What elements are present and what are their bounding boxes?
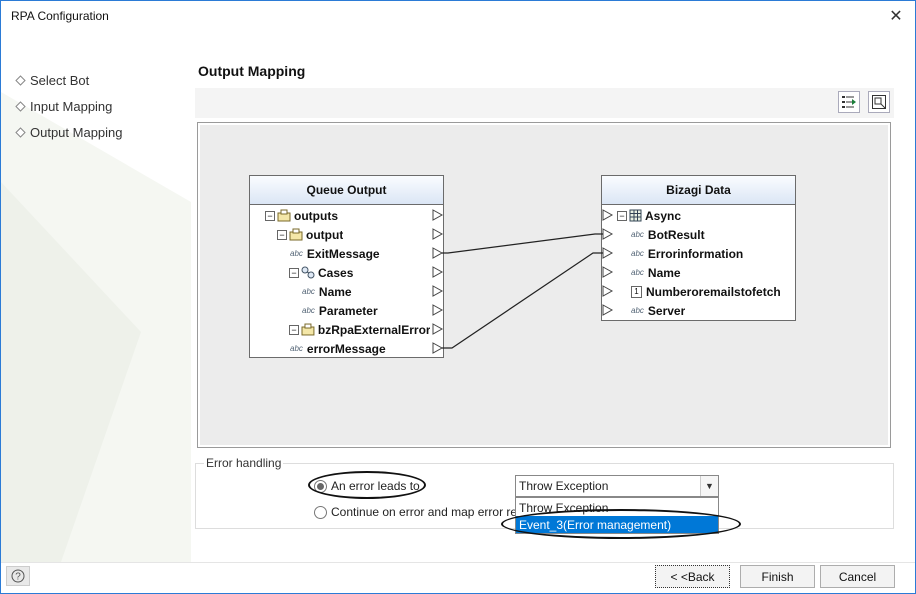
title-bar: RPA Configuration ✕: [1, 1, 915, 32]
diamond-bullet-icon: [15, 127, 26, 138]
dropdown-option-throw-exception[interactable]: Throw Exception: [516, 499, 718, 516]
tree-row-bzrpaexternalerror[interactable]: − bzRpaExternalError: [289, 320, 430, 339]
abc-icon: abc: [290, 344, 303, 353]
queue-output-node[interactable]: Queue Output − outputs − output abc Exit…: [249, 175, 444, 358]
collapse-toggle[interactable]: −: [617, 210, 627, 221]
radio-unselected[interactable]: [314, 505, 327, 519]
abc-icon: abc: [631, 268, 644, 277]
tree-row-botresult[interactable]: abc BotResult: [631, 225, 792, 244]
layout-icon: [872, 95, 886, 109]
tree-row-label: ExitMessage: [306, 246, 380, 261]
error-event-select[interactable]: Throw Exception ▼: [515, 475, 719, 497]
nav-item-label: Input Mapping: [30, 99, 113, 114]
tree-row-outputs[interactable]: − outputs: [265, 206, 430, 225]
close-icon: ✕: [889, 8, 903, 25]
help-button[interactable]: ?: [6, 566, 30, 586]
tree-row-server[interactable]: abc Server: [631, 301, 792, 320]
rpa-configuration-dialog: RPA Configuration ✕ Select Bot Input Map…: [0, 0, 916, 594]
collapse-toggle[interactable]: −: [289, 324, 299, 335]
collapse-toggle[interactable]: −: [277, 229, 287, 240]
abc-icon: abc: [631, 230, 644, 239]
select-value: Throw Exception: [519, 479, 609, 493]
help-icon: ?: [11, 569, 25, 583]
dropdown-option-event-3[interactable]: Event_3(Error management): [516, 516, 718, 533]
tree-row-label: bzRpaExternalError: [317, 322, 430, 337]
cancel-button[interactable]: Cancel: [820, 565, 895, 588]
nav-item-input-mapping[interactable]: Input Mapping: [15, 99, 112, 114]
tree-row-parameter[interactable]: abc Parameter: [302, 301, 430, 320]
tree-row-label: Name: [318, 284, 352, 299]
tree-row-label: output: [306, 227, 344, 242]
object-icon: [289, 228, 303, 241]
close-button[interactable]: ✕: [881, 4, 911, 28]
footer-divider: [1, 562, 915, 563]
table-icon: [629, 209, 642, 222]
nav-item-output-mapping[interactable]: Output Mapping: [15, 125, 123, 140]
abc-icon: abc: [631, 249, 644, 258]
diamond-bullet-icon: [15, 75, 26, 86]
collection-icon: [301, 266, 315, 279]
tree-row-label: Name: [647, 265, 681, 280]
tree-row-label: Parameter: [318, 303, 378, 318]
tree-row-async[interactable]: − Async: [617, 206, 792, 225]
error-handling-legend: Error handling: [204, 456, 284, 470]
auto-map-button[interactable]: [838, 91, 860, 113]
abc-icon: abc: [631, 306, 644, 315]
number-icon: 1: [631, 285, 642, 298]
abc-icon: abc: [302, 287, 315, 296]
radio-label: An error leads to: [331, 479, 420, 493]
bizagi-data-node[interactable]: Bizagi Data − Async abc BotResult abc Er…: [601, 175, 796, 321]
error-event-dropdown: Throw Exception Event_3(Error management…: [515, 497, 719, 534]
window-title: RPA Configuration: [11, 9, 109, 23]
finish-button[interactable]: Finish: [740, 565, 815, 588]
tree-row-label: BotResult: [647, 227, 705, 242]
back-button[interactable]: < <Back: [655, 565, 730, 588]
auto-map-icon: [842, 96, 856, 108]
tree-row-errormessage[interactable]: abc errorMessage: [290, 339, 430, 358]
abc-icon: abc: [302, 306, 315, 315]
diamond-bullet-icon: [15, 101, 26, 112]
chevron-down-icon[interactable]: ▼: [700, 476, 718, 496]
mapping-toolbar: [195, 88, 894, 118]
bizagi-data-header: Bizagi Data: [602, 176, 795, 205]
nav-item-select-bot[interactable]: Select Bot: [15, 73, 89, 88]
svg-text:?: ?: [15, 572, 21, 583]
tree-row-label: outputs: [294, 208, 338, 223]
layout-button[interactable]: [868, 91, 890, 113]
radio-selected[interactable]: [314, 479, 327, 493]
tree-row-numberoremailstofetch[interactable]: 1 Numberoremailstofetch: [631, 282, 792, 301]
page-title: Output Mapping: [198, 63, 306, 79]
radio-continue-on-error[interactable]: Continue on error and map error resp: [314, 505, 530, 519]
tree-row-label: Cases: [318, 265, 354, 280]
collapse-toggle[interactable]: −: [265, 210, 275, 221]
abc-icon: abc: [290, 249, 303, 258]
collapse-toggle[interactable]: −: [289, 267, 299, 278]
tree-row-output[interactable]: − output: [277, 225, 430, 244]
radio-label: Continue on error and map error resp: [331, 505, 530, 519]
tree-row-label: Server: [647, 303, 686, 318]
tree-row-errorinformation[interactable]: abc Errorinformation: [631, 244, 792, 263]
tree-row-name[interactable]: abc Name: [302, 282, 430, 301]
tree-row-label: Async: [645, 208, 682, 223]
object-icon: [301, 323, 315, 336]
tree-row-label: Errorinformation: [647, 246, 744, 261]
tree-row-label: errorMessage: [306, 341, 386, 356]
nav-item-label: Select Bot: [30, 73, 90, 88]
radio-error-leads-to[interactable]: An error leads to: [314, 479, 420, 493]
tree-row-label: Numberoremailstofetch: [646, 284, 781, 299]
tree-row-name[interactable]: abc Name: [631, 263, 792, 282]
queue-output-header: Queue Output: [250, 176, 443, 205]
tree-row-exitmessage[interactable]: abc ExitMessage: [290, 244, 430, 263]
tree-row-cases[interactable]: − Cases: [289, 263, 430, 282]
nav-item-label: Output Mapping: [30, 125, 123, 140]
object-icon: [277, 209, 291, 222]
